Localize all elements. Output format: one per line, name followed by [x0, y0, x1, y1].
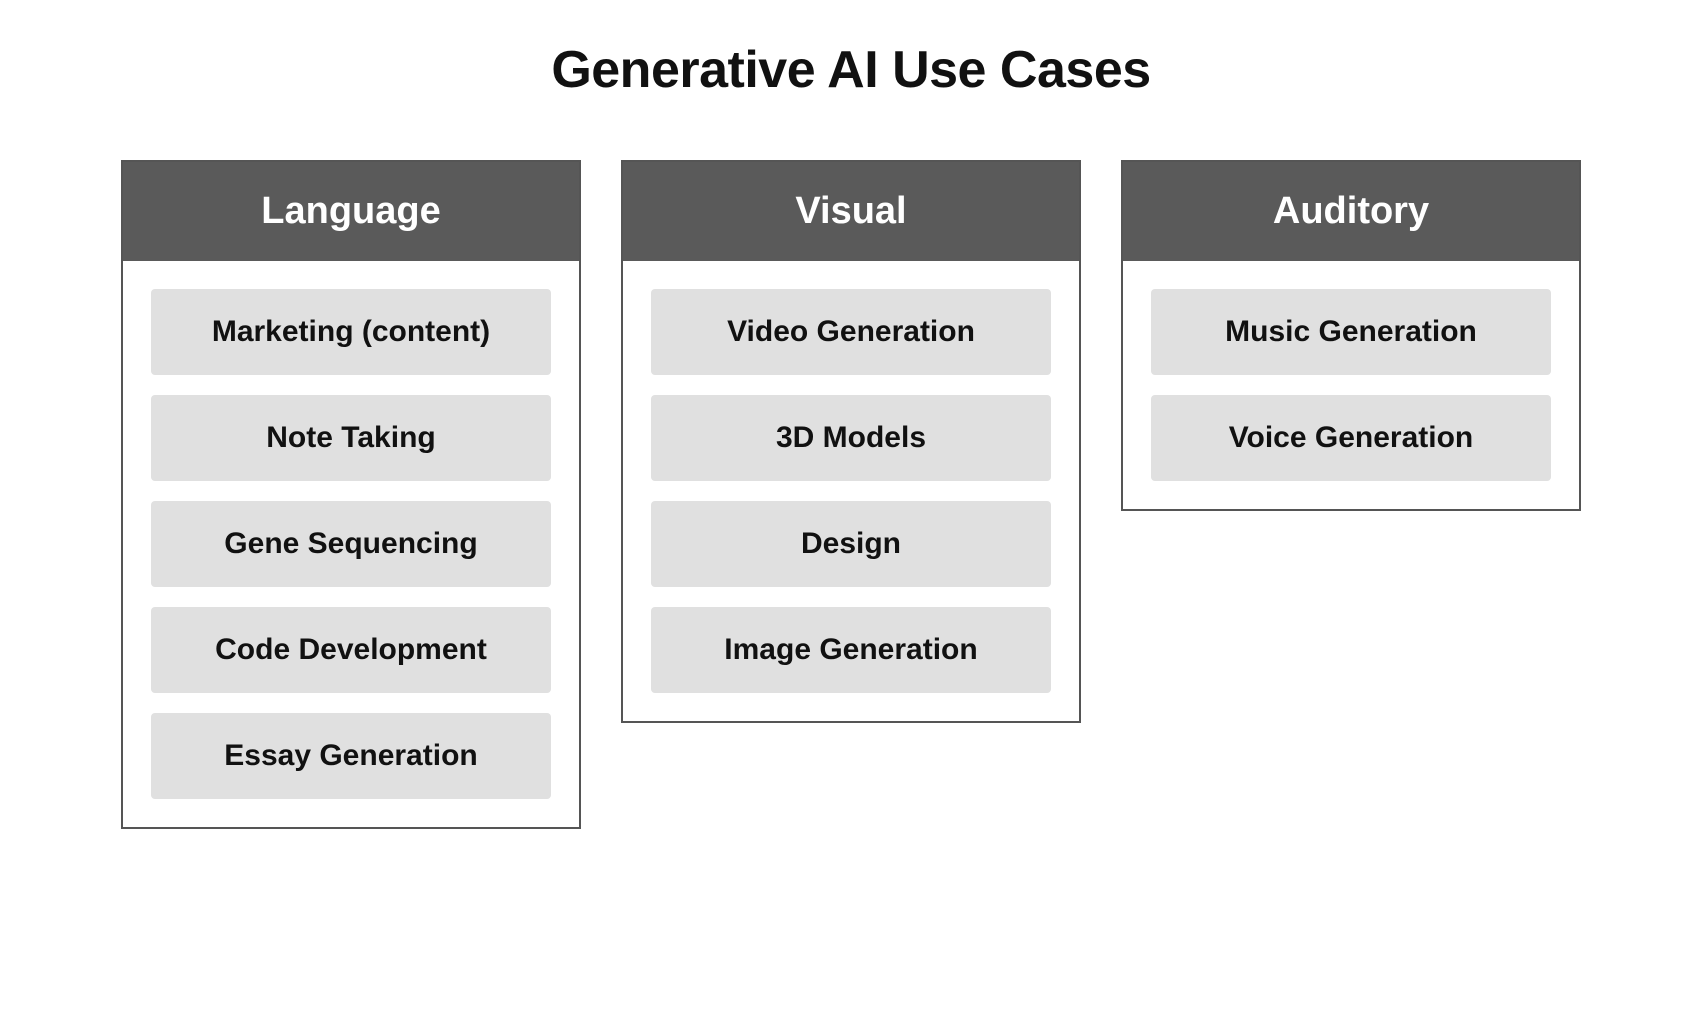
column-visual: Visual Video Generation 3D Models Design Ima… — [621, 160, 1081, 723]
page-title: Generative AI Use Cases — [551, 40, 1150, 100]
use-case-item-language-4: Essay Generation — [151, 713, 551, 799]
use-case-item-language-2: Gene Sequencing — [151, 501, 551, 587]
use-case-item-auditory-1: Voice Generation — [1151, 395, 1551, 481]
use-case-item-language-1: Note Taking — [151, 395, 551, 481]
use-case-item-language-3: Code Development — [151, 607, 551, 693]
use-case-item-language-0: Marketing (content) — [151, 289, 551, 375]
use-case-item-auditory-0: Music Generation — [1151, 289, 1551, 375]
use-case-item-visual-0: Video Generation — [651, 289, 1051, 375]
column-body-visual: Video Generation 3D Models Design Image Gen… — [623, 261, 1079, 721]
column-body-auditory: Music Generation Voice Generation — [1123, 261, 1579, 509]
column-language: Language Marketing (content) Note Taking Ge… — [121, 160, 581, 829]
column-header-auditory: Auditory — [1123, 162, 1579, 261]
columns-wrapper: Language Marketing (content) Note Taking Ge… — [60, 160, 1642, 829]
column-header-language: Language — [123, 162, 579, 261]
use-case-item-visual-2: Design — [651, 501, 1051, 587]
column-body-language: Marketing (content) Note Taking Gene Seque… — [123, 261, 579, 827]
use-case-item-visual-3: Image Generation — [651, 607, 1051, 693]
column-auditory: Auditory Music Generation Voice Generation — [1121, 160, 1581, 511]
use-case-item-visual-1: 3D Models — [651, 395, 1051, 481]
column-header-visual: Visual — [623, 162, 1079, 261]
